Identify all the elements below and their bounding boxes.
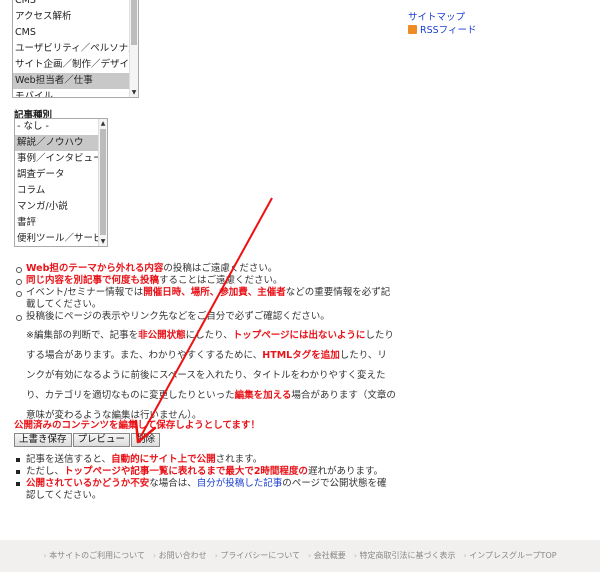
- listbox-option[interactable]: ユーザビリティ／ペルソナ／IA: [13, 41, 138, 57]
- text: ※編集部の判断で、記事を: [26, 330, 139, 341]
- footer-link[interactable]: 特定商取引法に基づく表示: [354, 551, 456, 560]
- list-item: 投稿後にページの表示やリンク先などをご自分で必ずご確認ください。: [14, 311, 394, 323]
- rss-link[interactable]: RSSフィード: [408, 22, 476, 36]
- listbox-option[interactable]: - なし -: [15, 119, 107, 135]
- highlight-text: 同じ内容を別記事で何度も投稿: [26, 275, 160, 286]
- highlight-text: トップページには出ないように: [232, 330, 366, 341]
- listbox-option[interactable]: 事例／インタビュー: [15, 151, 107, 167]
- text: されます。: [215, 454, 263, 465]
- preview-button[interactable]: プレビュー: [72, 433, 131, 447]
- article-type-listbox[interactable]: - なし - 解説／ノウハウ 事例／インタビュー 調査データ コラム マンガ/小説 書評 便利…: [14, 118, 108, 247]
- text: な場合は、: [149, 478, 197, 489]
- text: 遅れがあります。: [307, 466, 383, 477]
- highlight-text: 編集を加える: [234, 390, 292, 401]
- list-item: 公開されているかどうか不安な場合は、自分が投稿した記事のページで公開状態を確認し…: [14, 478, 394, 502]
- rss-icon: [408, 24, 417, 34]
- scroll-up-icon[interactable]: ▲: [99, 119, 107, 128]
- text: イベント/セミナー情報では: [26, 287, 144, 298]
- text: にしたり、: [185, 330, 233, 341]
- listbox-option[interactable]: マンガ/小説: [15, 199, 107, 215]
- editorial-note: ※編集部の判断で、記事を非公開状態にしたり、トップページには出ないようにしたりす…: [26, 326, 396, 426]
- save-button[interactable]: 上書き保存: [14, 433, 72, 447]
- listbox-option[interactable]: サイト企画／制作／デザイン: [13, 57, 138, 73]
- warning-message: 公開済みのコンテンツを編集して保存しようとしてます！: [14, 420, 260, 431]
- text: ただし、: [26, 466, 65, 477]
- text: することはご遠慮ください。: [159, 275, 283, 286]
- listbox-option[interactable]: コラム: [15, 183, 107, 199]
- listbox-option[interactable]: アクセス解析: [13, 9, 138, 25]
- link-text[interactable]: 自分が投稿した記事: [197, 478, 283, 489]
- publish-notes-list: 記事を送信すると、自動的にサイト上で公開されます。 ただし、トップページや記事一覧…: [14, 454, 394, 502]
- footer-link[interactable]: 会社概要: [308, 551, 346, 560]
- text: 記事を送信すると、: [26, 454, 112, 465]
- footer-link[interactable]: インプレスグループTOP: [464, 551, 557, 560]
- listbox-option[interactable]: 調査データ: [15, 167, 107, 183]
- text: の投稿はご遠慮ください。: [163, 263, 278, 274]
- list-item: ただし、トップページや記事一覧に表れるまで最大で2時間程度の遅れがあります。: [14, 466, 394, 478]
- highlight-text: 公開されているかどうか不安: [26, 478, 150, 489]
- list-item: 記事を送信すると、自動的にサイト上で公開されます。: [14, 454, 394, 466]
- footer-link[interactable]: 本サイトのご利用について: [43, 551, 145, 560]
- footer: 本サイトのご利用についてお問い合わせプライバシーについて会社概要特定商取引法に基…: [0, 540, 600, 572]
- listbox-option[interactable]: Web担当者／仕事: [13, 73, 138, 89]
- listbox-option[interactable]: CMS: [13, 0, 138, 9]
- guidelines-list: Web担のテーマから外れる内容の投稿はご遠慮ください。 同じ内容を別記事で何度も投…: [14, 263, 394, 323]
- highlight-text: 自動的にサイト上で公開: [111, 454, 216, 465]
- scroll-down-icon[interactable]: ▼: [130, 88, 138, 97]
- scroll-down-icon[interactable]: ▼: [99, 237, 107, 246]
- listbox-option[interactable]: モバイル: [13, 89, 138, 97]
- list-item: Web担のテーマから外れる内容の投稿はご遠慮ください。: [14, 263, 394, 275]
- highlight-text: 非公開状態: [138, 330, 186, 341]
- delete-button[interactable]: 削除: [131, 433, 161, 447]
- footer-link[interactable]: お問い合わせ: [153, 551, 207, 560]
- category-listbox[interactable]: CMS アクセス解析 CMS ユーザビリティ／ペルソナ／IA サイト企画／制作／デザイン…: [12, 0, 139, 98]
- highlight-text: HTMLタグを追加: [262, 350, 340, 361]
- text: 投稿後にページの表示やリンク先などをご自分で必ずご確認ください。: [26, 311, 330, 322]
- list-item: イベント/セミナー情報では開催日時、場所、参加費、主催者などの重要情報を必ず記載…: [14, 287, 394, 311]
- list-item: 同じ内容を別記事で何度も投稿することはご遠慮ください。: [14, 275, 394, 287]
- rss-label: RSSフィード: [420, 25, 477, 36]
- highlight-text: Web担のテーマから外れる内容: [26, 263, 164, 274]
- listbox-option[interactable]: 便利ツール／サービス: [15, 231, 107, 246]
- highlight-text: 開催日時、場所、参加費、主催者: [143, 287, 286, 298]
- footer-link[interactable]: プライバシーについて: [215, 551, 300, 560]
- listbox-option[interactable]: 書評: [15, 215, 107, 231]
- highlight-text: トップページや記事一覧に表れるまで最大で2時間程度の: [64, 466, 308, 477]
- listbox-option[interactable]: 解説／ノウハウ: [15, 135, 107, 151]
- category-scrollbar[interactable]: ▼: [129, 0, 138, 97]
- sitemap-link[interactable]: サイトマップ: [408, 9, 465, 23]
- listbox-option[interactable]: CMS: [13, 25, 138, 41]
- article-type-scrollbar[interactable]: ▲ ▼: [98, 119, 107, 246]
